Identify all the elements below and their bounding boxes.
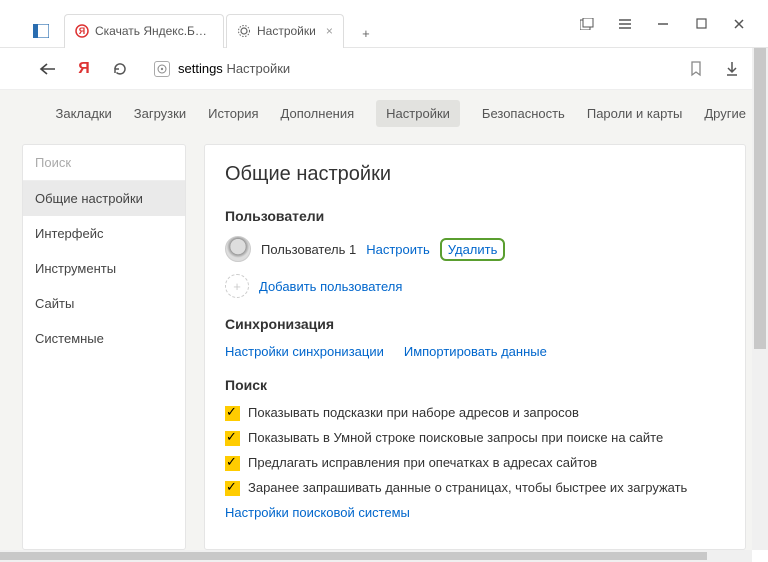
window-controls [580, 17, 768, 31]
site-info-icon[interactable] [154, 61, 170, 77]
scrollbar-thumb[interactable] [754, 48, 766, 349]
sidebar-item-sites[interactable]: Сайты [23, 286, 185, 321]
nav-settings[interactable]: Настройки [376, 100, 460, 127]
address-text: settings Настройки [178, 61, 290, 76]
checkbox[interactable] [225, 481, 240, 496]
content-area: Поиск Общие настройки Интерфейс Инструме… [0, 136, 768, 550]
new-tab-button[interactable]: + [352, 20, 380, 48]
user-row: Пользователь 1 Настроить Удалить [225, 236, 725, 262]
back-button[interactable] [38, 59, 58, 79]
import-data-link[interactable]: Импортировать данные [404, 344, 547, 359]
search-option-row: Заранее запрашивать данные о страницах, … [225, 480, 725, 497]
address-bar[interactable]: settings Настройки [146, 61, 670, 77]
sync-links: Настройки синхронизации Импортировать да… [225, 344, 725, 359]
tab-strip: Я Скачать Яндекс.Браузер д... Настройки … [0, 0, 580, 48]
search-engine-link[interactable]: Настройки поисковой системы [225, 505, 725, 520]
vertical-scrollbar[interactable] [752, 48, 768, 550]
yandex-home-button[interactable]: Я [74, 59, 94, 79]
scrollbar-thumb[interactable] [0, 552, 707, 560]
search-heading: Поиск [225, 377, 725, 393]
page-title: Общие настройки [225, 163, 725, 186]
search-option-label: Заранее запрашивать данные о страницах, … [248, 480, 687, 497]
sidebar-item-interface[interactable]: Интерфейс [23, 216, 185, 251]
bookmark-icon[interactable] [686, 59, 706, 79]
maximize-button[interactable] [694, 17, 708, 31]
add-user-link[interactable]: Добавить пользователя [259, 279, 402, 294]
search-option-row: Показывать в Умной строке поисковые запр… [225, 430, 725, 447]
sidebar-item-general[interactable]: Общие настройки [23, 181, 185, 216]
settings-sidebar: Поиск Общие настройки Интерфейс Инструме… [22, 144, 186, 550]
downloads-icon[interactable] [722, 59, 742, 79]
tab-title: Скачать Яндекс.Браузер д... [95, 24, 213, 38]
sidebar-toggle-icon[interactable] [28, 18, 54, 44]
nav-bookmarks[interactable]: Закладки [56, 106, 112, 121]
search-option-row: Предлагать исправления при опечатках в а… [225, 455, 725, 472]
horizontal-scrollbar[interactable] [0, 550, 752, 562]
close-button[interactable] [732, 17, 746, 31]
plus-icon: + [225, 274, 249, 298]
search-option-label: Показывать в Умной строке поисковые запр… [248, 430, 663, 447]
nav-extensions[interactable]: Дополнения [281, 106, 355, 121]
minimize-button[interactable] [656, 17, 670, 31]
settings-navbar: Закладки Загрузки История Дополнения Нас… [0, 90, 768, 136]
toolbar: Я settings Настройки [0, 48, 768, 90]
nav-downloads[interactable]: Загрузки [134, 106, 186, 121]
checkbox[interactable] [225, 406, 240, 421]
tab-settings[interactable]: Настройки × [226, 14, 344, 48]
sync-heading: Синхронизация [225, 316, 725, 332]
gear-icon [237, 24, 251, 38]
search-option-row: Показывать подсказки при наборе адресов … [225, 405, 725, 422]
users-heading: Пользователи [225, 208, 725, 224]
yandex-icon: Я [75, 24, 89, 38]
user-name: Пользователь 1 [261, 242, 356, 257]
sidebar-item-tools[interactable]: Инструменты [23, 251, 185, 286]
tabs-overview-icon[interactable] [580, 17, 594, 31]
menu-icon[interactable] [618, 17, 632, 31]
tab-title: Настройки [257, 24, 316, 38]
sync-settings-link[interactable]: Настройки синхронизации [225, 344, 384, 359]
sidebar-search[interactable]: Поиск [23, 145, 185, 181]
nav-security[interactable]: Безопасность [482, 106, 565, 121]
close-icon[interactable]: × [326, 24, 333, 38]
tab-yandex-download[interactable]: Я Скачать Яндекс.Браузер д... [64, 14, 224, 48]
nav-history[interactable]: История [208, 106, 258, 121]
checkbox[interactable] [225, 456, 240, 471]
search-option-label: Показывать подсказки при наборе адресов … [248, 405, 579, 422]
sidebar-item-system[interactable]: Системные [23, 321, 185, 356]
delete-user-link[interactable]: Удалить [440, 238, 506, 261]
settings-main: Общие настройки Пользователи Пользовател… [204, 144, 746, 550]
reload-button[interactable] [110, 59, 130, 79]
avatar [225, 236, 251, 262]
search-option-label: Предлагать исправления при опечатках в а… [248, 455, 597, 472]
configure-user-link[interactable]: Настроить [366, 242, 430, 257]
checkbox[interactable] [225, 431, 240, 446]
titlebar: Я Скачать Яндекс.Браузер д... Настройки … [0, 0, 768, 48]
nav-other[interactable]: Другие [704, 106, 746, 121]
nav-passwords[interactable]: Пароли и карты [587, 106, 683, 121]
svg-text:Я: Я [79, 26, 85, 36]
add-user-row[interactable]: + Добавить пользователя [225, 274, 725, 298]
